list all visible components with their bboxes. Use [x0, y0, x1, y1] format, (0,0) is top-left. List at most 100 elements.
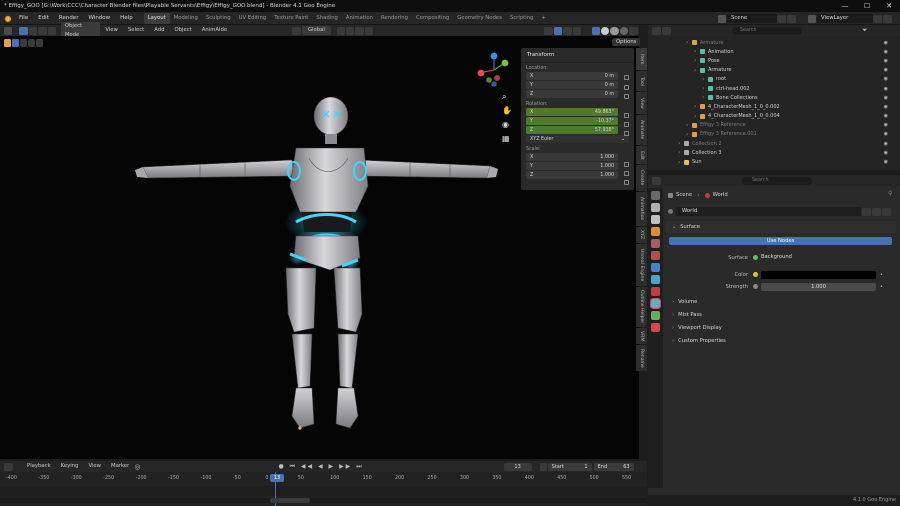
outliner-row[interactable]: › Animation ◉: [648, 47, 900, 56]
mist-pass-section-header[interactable]: › Mist Pass: [666, 309, 896, 321]
proportional-edit-icon[interactable]: [364, 26, 374, 35]
editor-type-icon[interactable]: [4, 26, 13, 35]
lock-icon[interactable]: [624, 113, 629, 118]
timeline-editor-type-icon[interactable]: [4, 462, 13, 471]
remove-scene-icon[interactable]: [787, 14, 796, 23]
lock-icon[interactable]: [624, 131, 629, 136]
lock-icon[interactable]: [624, 171, 629, 176]
orientation-dropdown[interactable]: Global: [301, 26, 331, 35]
menu-file[interactable]: File: [14, 12, 33, 25]
select-mode-icon[interactable]: [28, 26, 38, 35]
outliner-row[interactable]: › Armature ◉: [648, 38, 900, 47]
rotation-y-field[interactable]: Y -10.37°: [526, 117, 618, 125]
viewport-menu-object[interactable]: Object: [170, 25, 197, 36]
filter-display-icon[interactable]: [662, 26, 671, 35]
tab-uv-editing[interactable]: UV Editing: [235, 13, 271, 24]
lock-icon[interactable]: [624, 180, 629, 185]
lock-icon[interactable]: [624, 85, 629, 90]
lock-icon[interactable]: [624, 122, 629, 127]
sidebar-tab-item[interactable]: Item: [636, 48, 647, 70]
gizmo-icon[interactable]: [553, 26, 563, 35]
visibility-eye-icon[interactable]: ◉: [884, 113, 888, 119]
viewport-menu-animaide[interactable]: AnimAide: [197, 25, 232, 36]
custom-properties-section-header[interactable]: › Custom Properties: [666, 335, 896, 347]
outliner-row[interactable]: › 4_CharacterMesh_1_0_0.002 ◉: [648, 102, 900, 111]
pivot-icon[interactable]: [336, 26, 345, 35]
color-swatch[interactable]: [761, 270, 876, 279]
outliner-row[interactable]: › Effigy 3 Reference.001 ◉: [648, 130, 900, 139]
copy-scene-icon[interactable]: [777, 14, 786, 23]
properties-tab-7[interactable]: [651, 275, 660, 284]
camera-icon[interactable]: ◉: [502, 120, 509, 129]
visibility-eye-icon[interactable]: ◉: [884, 159, 888, 165]
properties-tab-6[interactable]: [651, 263, 660, 272]
visibility-eye-icon[interactable]: ◉: [884, 122, 888, 128]
pin-icon[interactable]: ⚲: [888, 190, 892, 197]
snap-icon[interactable]: [345, 26, 355, 35]
sidebar-tab-xyz[interactable]: XYZ: [636, 227, 647, 243]
properties-tab-5[interactable]: [651, 251, 660, 260]
outliner-row[interactable]: › ctrl-head.002 ◉: [648, 84, 900, 93]
properties-tab-3[interactable]: [651, 227, 660, 236]
properties-tab-1[interactable]: [651, 203, 660, 212]
tab-scripting[interactable]: Scripting: [506, 13, 538, 24]
timeline-scrollbar[interactable]: [0, 498, 647, 503]
scrollbar-thumb[interactable]: [270, 498, 310, 503]
tool-icon[interactable]: [4, 38, 11, 47]
playhead-frame-label[interactable]: 13: [270, 474, 284, 482]
keyframe-dot-icon[interactable]: •: [880, 272, 883, 278]
properties-tab-8[interactable]: [651, 287, 660, 296]
world-datablock-selector[interactable]: World: [668, 207, 892, 216]
sidebar-tab-animation[interactable]: Animation: [636, 192, 647, 226]
visibility-eye-icon[interactable]: ◉: [884, 104, 888, 110]
visibility-eye-icon[interactable]: ◉: [884, 131, 888, 137]
surface-section-header[interactable]: ⌄ Surface: [666, 221, 896, 233]
preview-range-icon[interactable]: [539, 462, 547, 471]
menu-edit[interactable]: Edit: [33, 12, 54, 25]
strength-field[interactable]: 1.000: [761, 282, 876, 291]
properties-search-input[interactable]: Search: [742, 176, 812, 185]
lock-icon[interactable]: [624, 162, 629, 167]
outliner-row[interactable]: › Collection 2 ◉: [648, 139, 900, 148]
minimize-button[interactable]: —: [834, 0, 856, 12]
copy-view-layer-icon[interactable]: [873, 14, 882, 23]
lock-icon[interactable]: [624, 94, 629, 99]
sidebar-tab-create[interactable]: Create: [636, 165, 647, 191]
outliner-row[interactable]: › Sun ◉: [648, 157, 900, 166]
maximize-button[interactable]: ☐: [856, 0, 878, 12]
pan-hand-icon[interactable]: ✋: [502, 106, 512, 115]
timeline-menu-marker[interactable]: Marker: [106, 461, 134, 472]
sidebar-tab-tool[interactable]: Tool: [636, 71, 647, 91]
close-button[interactable]: ✕: [878, 0, 900, 12]
visibility-eye-icon[interactable]: ◉: [884, 150, 888, 156]
end-frame-field[interactable]: End 63: [593, 462, 634, 471]
overlays-icon[interactable]: [563, 26, 572, 35]
rotation-mode-dropdown[interactable]: XYZ Euler ⌄: [526, 135, 629, 143]
tab-texture-paint[interactable]: Texture Paint: [270, 13, 312, 24]
tab-geometry-nodes[interactable]: Geometry Nodes: [453, 13, 506, 24]
rotation-z-field[interactable]: Z 57.938°: [526, 126, 618, 134]
visibility-eye-icon[interactable]: ◉: [884, 40, 888, 46]
tab-compositing[interactable]: Compositing: [412, 13, 453, 24]
menu-help[interactable]: Help: [115, 12, 138, 25]
timeline-menu-keying[interactable]: Keying: [56, 461, 84, 472]
tab-sculpting[interactable]: Sculpting: [202, 13, 235, 24]
outliner-search-input[interactable]: Search: [732, 26, 802, 35]
properties-tab-4[interactable]: [651, 239, 660, 248]
properties-tab-9[interactable]: [650, 298, 661, 309]
timeline-area[interactable]: -400 -350 -300 -250 -200 -150 -100 -50 0 50 100 150…: [0, 472, 647, 506]
start-frame-field[interactable]: Start 1: [547, 462, 592, 471]
tab-rendering[interactable]: Rendering: [377, 13, 412, 24]
tool-mode-2-icon[interactable]: [20, 38, 27, 47]
snap-target-icon[interactable]: [355, 26, 364, 35]
playback-controls[interactable]: ● ⏮ ◀◀ ◀ ▶ ▶▶ ⏭: [278, 463, 363, 471]
zoom-icon[interactable]: ⌕: [502, 92, 506, 102]
outliner-editor-type-icon[interactable]: [652, 26, 661, 35]
properties-tab-11[interactable]: [651, 323, 660, 332]
auto-keying-icon[interactable]: ◎: [134, 463, 140, 471]
xray-icon[interactable]: [572, 26, 582, 35]
location-y-field[interactable]: Y 0 m: [526, 81, 618, 89]
sidebar-tab-unreal-engine[interactable]: Unreal Engine: [636, 244, 647, 286]
viewport-menu-select[interactable]: Select: [123, 25, 149, 36]
sidebar-tab-outline-helper[interactable]: Outline Helper: [636, 287, 647, 327]
